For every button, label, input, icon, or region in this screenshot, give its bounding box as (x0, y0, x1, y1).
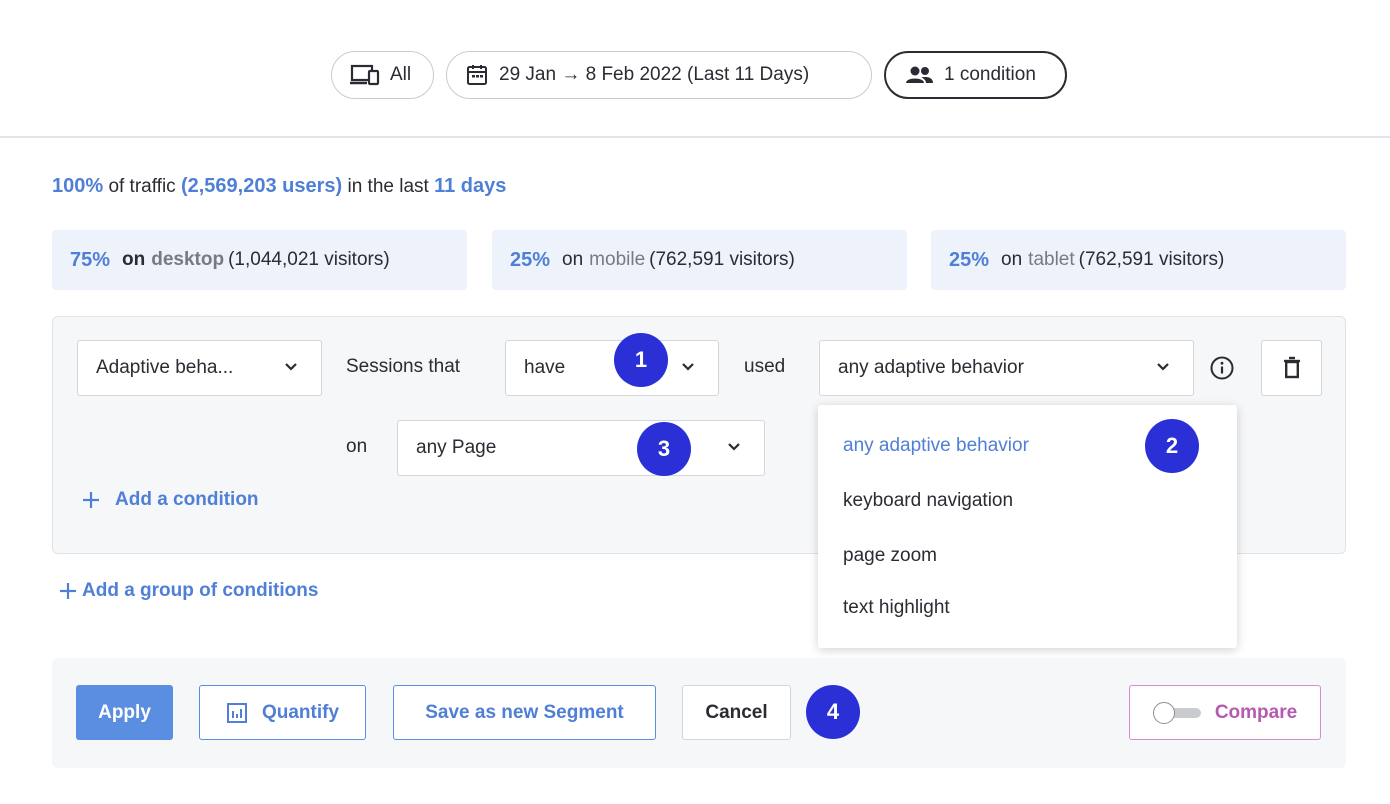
page-value: any Page (416, 437, 497, 458)
category-value: Adaptive beha... (96, 357, 234, 378)
cancel-button[interactable]: Cancel (682, 685, 791, 740)
step-marker-4: 4 (806, 685, 860, 739)
verb-select[interactable]: have (505, 340, 719, 396)
plus-icon (60, 583, 76, 599)
traffic-percent: 100% (52, 175, 104, 197)
tablet-percent: 25% (949, 248, 990, 271)
mobile-device: mobile (589, 249, 646, 270)
filter-bar: All 29 Jan → 8 Feb 2022 (Last 11 Days) 1… (0, 0, 1390, 138)
date-range-label: 29 Jan → 8 Feb 2022 (Last 11 Days) (499, 64, 810, 85)
info-icon[interactable] (1209, 355, 1235, 381)
verb-value: have (524, 357, 566, 378)
used-label: used (744, 356, 786, 377)
desktop-device: desktop (151, 249, 225, 270)
mobile-percent: 25% (510, 248, 551, 271)
traffic-of-text: of traffic (108, 176, 176, 197)
dropdown-option-keyboard-navigation[interactable]: keyboard navigation (843, 490, 1013, 512)
traffic-summary: 100% of traffic (2,569,203 users) in the… (52, 175, 506, 198)
chevron-down-icon (682, 363, 694, 371)
chevron-down-icon (1157, 363, 1169, 371)
action-footer: Apply Quantify Save as new Segment Cance… (52, 658, 1346, 768)
chevron-down-icon (728, 443, 740, 451)
tablet-visitors: (762,591 visitors) (1078, 249, 1225, 270)
tablet-device: tablet (1028, 249, 1075, 270)
add-group-button[interactable]: Add a group of conditions (58, 580, 318, 602)
devices-icon (350, 64, 380, 86)
traffic-days: 11 days (434, 175, 507, 197)
traffic-in-last-text: in the last (347, 176, 429, 197)
add-condition-button[interactable]: Add a condition (81, 489, 259, 511)
quantify-label: Quantify (261, 701, 340, 723)
traffic-users: (2,569,203 users) (180, 175, 343, 197)
desktop-on: on (122, 249, 146, 270)
mobile-on: on (562, 249, 584, 270)
apply-button[interactable]: Apply (76, 685, 173, 740)
bar-chart-icon (226, 702, 247, 723)
quantify-button[interactable]: Quantify (199, 685, 366, 740)
delete-condition-button[interactable] (1261, 340, 1322, 396)
toggle-switch-icon (1152, 701, 1201, 724)
category-select[interactable]: Adaptive beha... (77, 340, 322, 396)
compare-label: Compare (1214, 701, 1298, 723)
desktop-visitors: (1,044,021 visitors) (228, 249, 390, 270)
add-group-label: Add a group of conditions (82, 580, 319, 601)
page-select[interactable]: any Page (397, 420, 765, 476)
behavior-select[interactable]: any adaptive behavior (819, 340, 1194, 396)
sessions-that-label: Sessions that (346, 356, 461, 377)
device-filter-label: All (390, 64, 412, 85)
tablet-on: on (1001, 249, 1023, 270)
date-range-pill[interactable]: 29 Jan → 8 Feb 2022 (Last 11 Days) (446, 51, 872, 99)
tablet-traffic-card: 25% on tablet (762,591 visitors) (931, 230, 1346, 290)
step-marker-2: 2 (1145, 419, 1199, 473)
plus-icon (83, 492, 99, 508)
dropdown-option-text-highlight[interactable]: text highlight (843, 597, 950, 619)
on-label: on (346, 436, 368, 457)
dropdown-option-any-adaptive-behavior[interactable]: any adaptive behavior (843, 435, 1029, 457)
step-marker-3: 3 (637, 422, 691, 476)
mobile-visitors: (762,591 visitors) (649, 249, 795, 270)
users-icon (906, 66, 933, 83)
calendar-icon (467, 65, 487, 85)
chevron-down-icon (285, 363, 297, 371)
device-filter-pill[interactable]: All (331, 51, 434, 99)
desktop-percent: 75% (70, 248, 111, 271)
trash-icon (1283, 356, 1300, 379)
step-marker-1: 1 (614, 333, 668, 387)
add-condition-label: Add a condition (115, 489, 259, 510)
dropdown-option-page-zoom[interactable]: page zoom (843, 545, 937, 567)
condition-pill[interactable]: 1 condition (884, 51, 1067, 99)
condition-label: 1 condition (944, 64, 1036, 85)
desktop-traffic-card: 75% on desktop (1,044,021 visitors) (52, 230, 467, 290)
behavior-value: any adaptive behavior (838, 357, 1024, 378)
compare-toggle-button[interactable]: Compare (1129, 685, 1321, 740)
mobile-traffic-card: 25% on mobile (762,591 visitors) (492, 230, 907, 290)
save-segment-button[interactable]: Save as new Segment (393, 685, 656, 740)
